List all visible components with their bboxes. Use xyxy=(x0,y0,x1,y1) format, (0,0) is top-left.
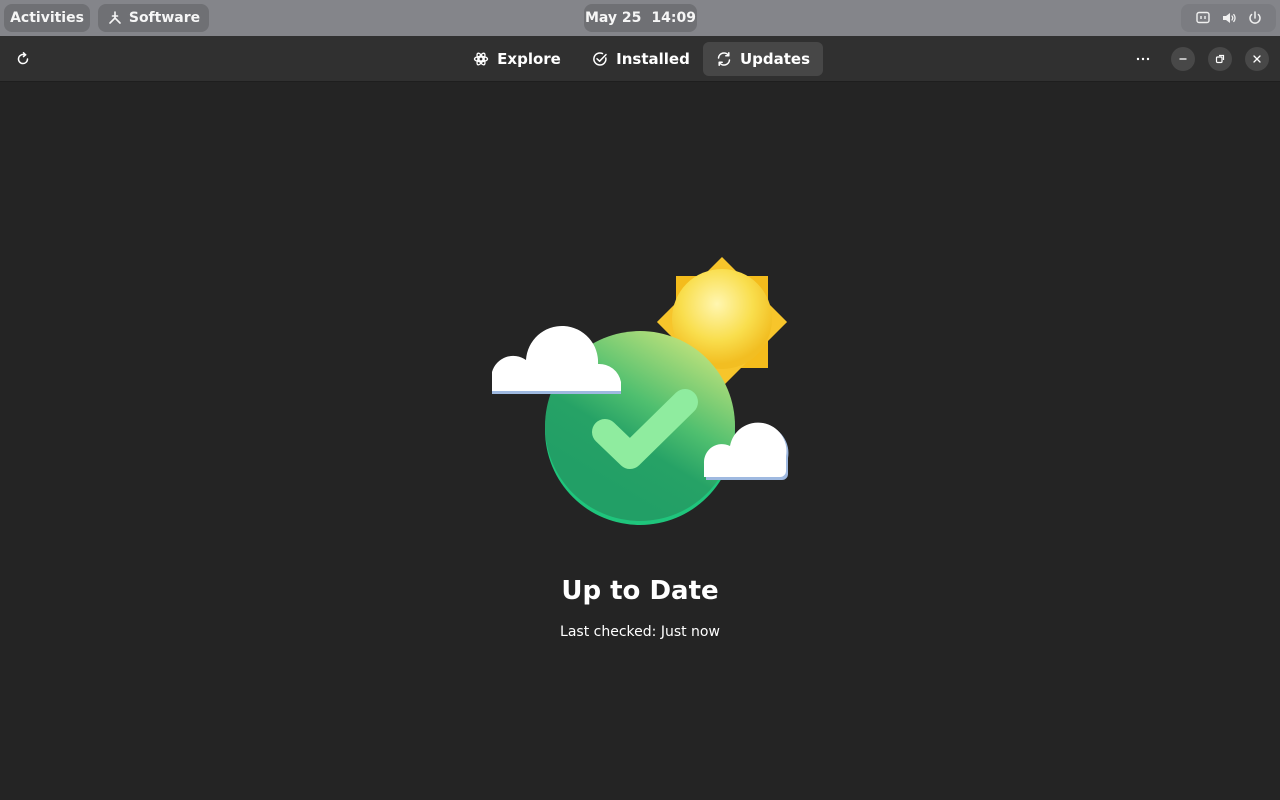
system-menu-button[interactable] xyxy=(1181,4,1276,32)
activities-button[interactable]: Activities xyxy=(4,4,90,32)
maximize-icon xyxy=(1215,54,1225,64)
main-menu-button[interactable] xyxy=(1128,44,1158,74)
app-menu-button[interactable]: Software xyxy=(98,4,209,32)
clock-button[interactable]: May 25 14:09 xyxy=(584,4,697,32)
software-app-icon xyxy=(107,10,123,26)
tab-updates-label: Updates xyxy=(739,50,811,68)
close-icon xyxy=(1253,55,1261,63)
power-icon xyxy=(1247,10,1263,26)
volume-icon xyxy=(1221,10,1237,26)
installed-check-icon xyxy=(593,52,607,66)
header-bar: Explore Installed Updates xyxy=(0,36,1280,82)
tab-explore-label: Explore xyxy=(497,50,561,68)
minimize-button[interactable] xyxy=(1171,47,1195,71)
top-panel: Activities Software May 25 14:09 xyxy=(0,0,1280,36)
refresh-icon xyxy=(17,52,29,65)
tab-installed-label: Installed xyxy=(616,50,690,68)
clock-date: May 25 xyxy=(584,10,642,26)
updates-sync-icon xyxy=(717,52,731,66)
activities-label: Activities xyxy=(10,10,84,26)
refresh-button[interactable] xyxy=(8,44,38,74)
display-icon xyxy=(1195,10,1211,26)
app-menu-label: Software xyxy=(128,10,201,26)
up-to-date-illustration xyxy=(492,256,789,525)
more-icon xyxy=(1136,57,1150,61)
status-title: Up to Date xyxy=(561,576,719,606)
status-subtitle: Last checked: Just now xyxy=(560,624,720,640)
tab-installed[interactable]: Installed xyxy=(582,42,700,76)
explore-icon xyxy=(474,52,489,66)
tab-updates[interactable]: Updates xyxy=(703,42,823,76)
minimize-icon xyxy=(1179,58,1187,60)
close-button[interactable] xyxy=(1245,47,1269,71)
tab-explore[interactable]: Explore xyxy=(462,42,572,76)
clock-time: 14:09 xyxy=(651,10,696,26)
maximize-button[interactable] xyxy=(1208,47,1232,71)
